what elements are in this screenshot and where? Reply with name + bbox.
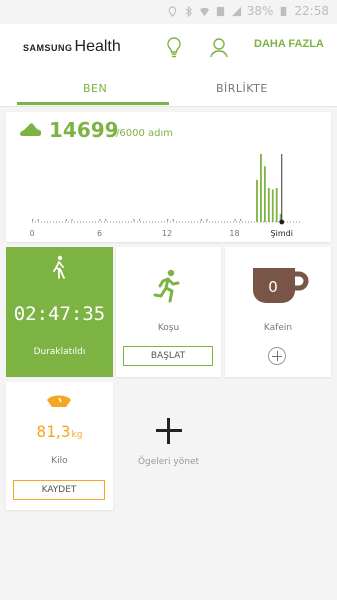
chart-bar <box>260 154 262 222</box>
plus-icon <box>156 418 182 444</box>
walking-icon <box>53 255 65 279</box>
manage-items-button[interactable]: Ögeleri yönet <box>116 382 221 510</box>
brand-name: Health <box>74 38 121 55</box>
walk-tile[interactable]: 02:47:35 Duraklatıldı <box>6 247 113 377</box>
chart-activity-dot <box>105 219 107 221</box>
chart-activity-dot <box>65 219 67 221</box>
status-bar: 38% 22:58 <box>0 0 337 24</box>
tab-ben[interactable]: BEN <box>83 82 107 95</box>
steps-goal: /6000 adım <box>116 128 173 139</box>
chart-tick-label: 12 <box>162 229 172 238</box>
steps-chart: 0 6 12 18 Şimdi <box>29 154 302 238</box>
chart-now-label: Şimdi <box>271 229 293 238</box>
steps-count: 14699 <box>49 118 119 142</box>
weight-value: 81,3kg <box>6 422 113 441</box>
chart-tick-label: 18 <box>229 229 239 238</box>
lightbulb-icon[interactable] <box>164 36 184 58</box>
chart-activity-dot <box>200 219 202 221</box>
caffeine-label: Kafein <box>263 323 293 333</box>
walk-timer: 02:47:35 <box>13 303 106 325</box>
run-tile[interactable]: Koşu BAŞLAT <box>116 247 221 377</box>
chart-activity-dot <box>240 219 242 221</box>
walk-status: Duraklatıldı <box>33 347 86 357</box>
weight-decimal: 3 <box>60 422 71 441</box>
manage-items-label: Ögeleri yönet <box>137 457 200 467</box>
active-tab-indicator <box>17 102 169 105</box>
chart-tick-label: 6 <box>97 229 102 238</box>
chart-activity-dot <box>234 219 236 221</box>
battery-icon <box>281 6 287 16</box>
battery-percent: 38% <box>246 4 274 18</box>
steps-card[interactable]: 14699 /6000 adım 0 6 12 18 Şimdi <box>6 112 331 242</box>
start-button[interactable]: BAŞLAT <box>123 346 213 366</box>
chart-bar <box>267 188 270 222</box>
wifi-icon <box>199 7 209 16</box>
shoe-icon <box>20 123 41 136</box>
weight-label: Kilo <box>51 456 68 466</box>
chart-activity-dot <box>206 219 208 221</box>
signal-icon <box>231 6 241 16</box>
chart-activity-dot <box>167 219 169 221</box>
save-weight-button[interactable]: KAYDET <box>13 480 105 500</box>
coffee-cup-icon: 0 <box>253 268 309 303</box>
weight-unit: kg <box>71 430 83 440</box>
chart-bar <box>256 179 258 222</box>
weight-integer: 81 <box>36 422 56 441</box>
chart-activity-dot <box>99 219 101 221</box>
more-button[interactable]: DAHA FAZLA <box>254 38 324 50</box>
run-label: Koşu <box>157 323 180 333</box>
sim-icon <box>216 6 224 16</box>
chart-activity-dot <box>71 219 73 221</box>
chart-activity-dot <box>138 219 141 221</box>
scale-icon <box>47 395 71 407</box>
chart-bar <box>275 188 278 222</box>
clock: 22:58 <box>294 4 329 18</box>
caffeine-count: 0 <box>268 278 278 296</box>
location-icon <box>168 5 176 17</box>
chart-activity-dot <box>133 219 135 221</box>
brand-prefix: SAMSUNG <box>23 43 73 53</box>
add-caffeine-button[interactable] <box>268 347 286 365</box>
chart-activity-dot <box>172 219 174 221</box>
tab-birlikte[interactable]: BİRLİKTE <box>216 82 268 95</box>
caffeine-tile[interactable]: 0 Kafein <box>225 247 331 377</box>
profile-icon[interactable] <box>209 36 229 58</box>
chart-tick-label: 0 <box>29 229 34 238</box>
chart-bar <box>271 189 274 222</box>
app-logo: SAMSUNG Health <box>23 38 121 56</box>
chart-activity-dot <box>37 219 39 221</box>
chart-activity-dot <box>32 219 34 221</box>
running-icon <box>153 269 180 303</box>
chart-bar <box>263 166 266 222</box>
weight-tile[interactable]: 81,3kg Kilo KAYDET <box>6 382 113 510</box>
chart-now-dot <box>279 219 285 225</box>
bluetooth-icon <box>185 5 192 17</box>
status-icons: 38% 22:58 <box>167 4 329 18</box>
